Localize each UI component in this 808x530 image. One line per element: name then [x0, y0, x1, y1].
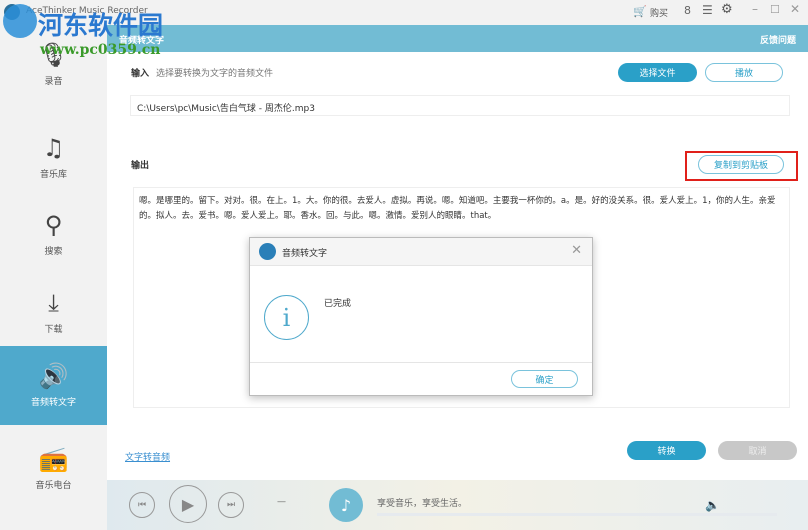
choose-file-button[interactable]: 选择文件	[618, 63, 697, 82]
volume-icon[interactable]: 🔈	[705, 498, 720, 512]
sidebar-item-label: 录音	[44, 76, 63, 87]
sidebar-item-label: 音乐电台	[35, 480, 72, 491]
minimize-icon[interactable]: –	[752, 2, 758, 16]
page-header: 音频转文字 反馈问题	[107, 25, 808, 52]
sidebar-item-label: 音频转文字	[30, 398, 76, 408]
search-icon: ⚲	[44, 210, 63, 239]
output-label: 输出	[131, 161, 150, 171]
play-pause-button[interactable]: ▶	[169, 485, 207, 523]
music-library-icon: ♫	[42, 133, 65, 162]
sidebar-item-search[interactable]: ⚲ 搜索	[0, 195, 107, 273]
maximize-icon[interactable]: ☐	[770, 3, 780, 16]
app-logo-icon	[4, 4, 20, 20]
sidebar-item-radio[interactable]: 📻 音乐电台	[0, 429, 107, 507]
file-path-value: C:\Users\pc\Music\告白气球 - 周杰伦.mp3	[137, 104, 315, 114]
progress-bar[interactable]	[377, 513, 777, 516]
convert-button[interactable]: 转换	[627, 441, 706, 460]
next-button[interactable]: ⏭	[218, 492, 244, 518]
user-icon[interactable]: 8	[684, 4, 691, 17]
play-time: —	[277, 497, 286, 507]
page-title: 音频转文字	[119, 36, 165, 46]
album-art-icon: ♪	[329, 488, 363, 522]
dialog-header: 音频转文字 ✕	[250, 238, 592, 266]
audio-to-text-icon: 🔊	[38, 362, 69, 390]
copy-to-clipboard-button[interactable]: 复制到剪贴板	[698, 155, 784, 174]
sidebar: 🎙 录音 ♫ 音乐库 ⚲ 搜索 ⤓ 下载 🔊 音频转文字 📻 音乐电台	[0, 25, 107, 530]
sidebar-item-library[interactable]: ♫ 音乐库	[0, 118, 107, 196]
input-label: 输入	[131, 69, 150, 79]
sidebar-item-audio-to-text[interactable]: 🔊 音频转文字	[0, 346, 107, 425]
sidebar-item-label: 搜索	[44, 246, 63, 257]
title-bar: AceThinker Music Recorder 🛒 购买 8 ☰ ⚙ – ☐…	[0, 0, 808, 25]
info-icon: i	[264, 295, 309, 340]
sidebar-item-label: 下载	[44, 324, 63, 335]
output-text: 嗯。是哪里的。留下。对对。很。在上。1。大。你的很。去爱人。虚拟。再说。嗯。知道…	[139, 196, 776, 221]
microphone-icon: 🎙	[38, 40, 69, 69]
input-hint: 选择要转换为文字的音频文件	[156, 69, 274, 79]
cancel-button[interactable]: 取消	[718, 441, 797, 460]
dialog-title: 音频转文字	[282, 249, 328, 259]
sidebar-item-record[interactable]: 🎙 录音	[0, 25, 107, 103]
close-icon[interactable]: ✕	[790, 2, 800, 16]
dialog-message: 已完成	[324, 299, 352, 309]
radio-icon: 📻	[38, 444, 69, 473]
menu-icon[interactable]: ☰	[702, 3, 713, 17]
text-to-audio-link[interactable]: 文字转音频	[125, 450, 170, 463]
dialog-divider	[250, 362, 592, 363]
completion-dialog: 音频转文字 ✕ i 已完成 确定	[249, 237, 593, 396]
file-path-field[interactable]: C:\Users\pc\Music\告白气球 - 周杰伦.mp3	[130, 95, 790, 116]
buy-link[interactable]: 购买	[650, 6, 668, 19]
dialog-logo-icon	[259, 243, 276, 260]
player-bar: ⏮ ▶ ⏭ — ♪ 享受音乐，享受生活。 🔈	[107, 480, 808, 530]
sidebar-item-download[interactable]: ⤓ 下载	[0, 273, 107, 351]
dialog-close-icon[interactable]: ✕	[571, 243, 582, 258]
gear-icon[interactable]: ⚙	[721, 2, 733, 17]
feedback-link[interactable]: 反馈问题	[760, 33, 796, 46]
previous-button[interactable]: ⏮	[129, 492, 155, 518]
player-slogan: 享受音乐，享受生活。	[377, 499, 468, 509]
play-button[interactable]: 播放	[705, 63, 783, 82]
download-icon: ⤓	[48, 288, 59, 317]
app-title: AceThinker Music Recorder	[26, 6, 148, 16]
sidebar-item-label: 音乐库	[39, 169, 67, 180]
dialog-ok-button[interactable]: 确定	[511, 370, 578, 388]
cart-icon[interactable]: 🛒	[633, 5, 647, 18]
